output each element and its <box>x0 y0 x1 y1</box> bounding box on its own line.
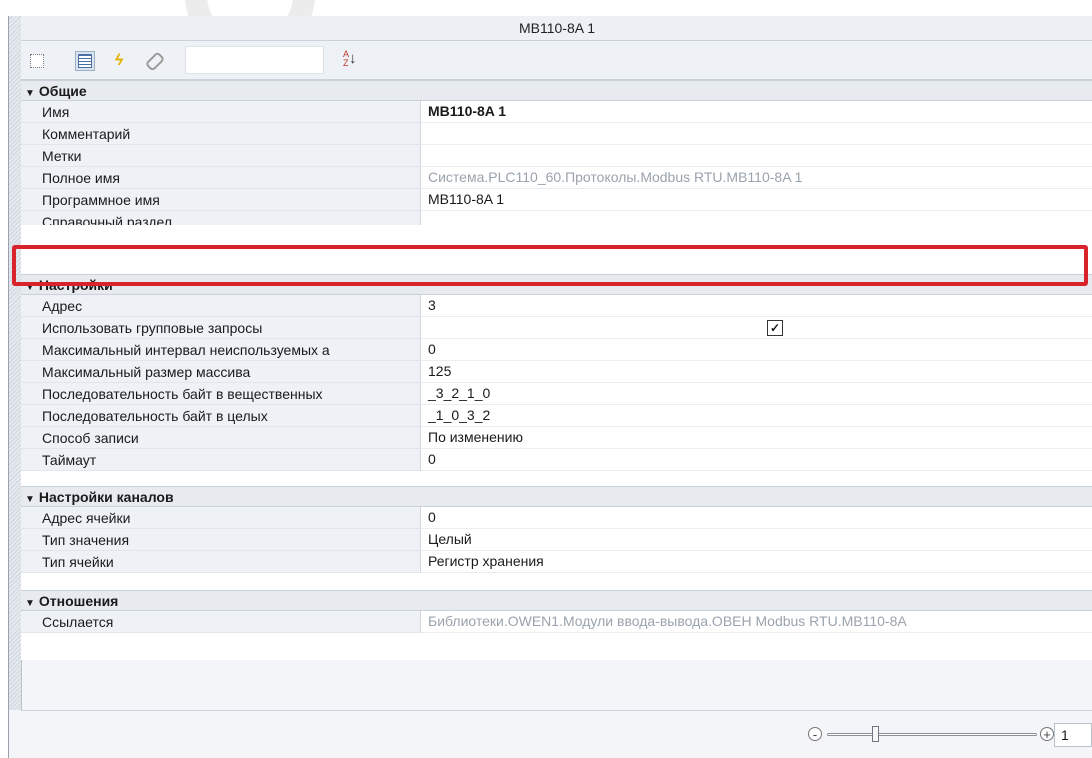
link-button[interactable] <box>144 50 166 72</box>
alphabetical-list-icon <box>78 54 92 68</box>
category-channel-settings[interactable]: ▼ Настройки каналов <box>21 486 1092 507</box>
property-value: Система.PLC110_60.Протоколы.Modbus RTU.M… <box>421 167 1092 189</box>
collapse-triangle-icon: ▼ <box>25 88 35 99</box>
category-label: Настройки каналов <box>38 489 174 505</box>
categorized-view-button[interactable] <box>27 51 47 71</box>
property-row-max-unused-interval[interactable]: Максимальный интервал неиспользуемых а0 <box>21 339 1092 361</box>
categorized-view-icon <box>30 54 44 68</box>
zoom-slider-thumb[interactable] <box>872 726 879 742</box>
property-row-max-array-size[interactable]: Максимальный размер массива 125 <box>21 361 1092 383</box>
zoom-control: - + 1 <box>808 723 1092 747</box>
property-value[interactable] <box>421 211 1092 225</box>
property-row-program-name[interactable]: Программное имя MB110-8A 1 <box>21 189 1092 211</box>
lightning-icon: ϟ <box>114 52 124 69</box>
events-button[interactable]: ϟ <box>109 51 129 71</box>
property-row-timeout[interactable]: Таймаут 0 <box>21 449 1092 471</box>
property-name: Последовательность байт в целых <box>21 405 421 427</box>
properties-window: MB110-8A 1 ϟ A Z↓ ▼ Общие Имя MB110-8A 1 Ко… <box>8 16 1092 758</box>
zoom-slider-track[interactable] <box>827 733 1037 736</box>
sort-alphabetical-button[interactable]: A Z↓ <box>343 50 357 68</box>
property-name: Адрес ячейки <box>21 507 421 529</box>
property-value[interactable]: 3 <box>421 295 1092 317</box>
property-row-address[interactable]: Адрес 3 <box>21 295 1092 317</box>
category-relations[interactable]: ▼ Отношения <box>21 590 1092 611</box>
property-row-help-section[interactable]: Справочный раздел <box>21 211 1092 225</box>
zoom-in-button[interactable]: + <box>1040 727 1054 741</box>
search-input[interactable] <box>185 46 324 74</box>
sort-arrow-icon: ↓ <box>349 50 357 67</box>
collapse-triangle-icon: ▼ <box>25 494 35 505</box>
zoom-out-button[interactable]: - <box>808 727 822 741</box>
property-name: Комментарий <box>21 123 421 145</box>
property-name: Имя <box>21 101 421 123</box>
property-row-group-requests[interactable]: Использовать групповые запросы ✓ <box>21 317 1092 339</box>
property-name: Полное имя <box>21 167 421 189</box>
bottom-separator <box>21 710 1092 711</box>
property-name: Максимальный интервал неиспользуемых а <box>21 339 421 361</box>
property-value[interactable]: MB110-8A 1 <box>421 189 1092 211</box>
category-label: Общие <box>38 83 87 99</box>
zoom-level-input[interactable]: 1 <box>1054 723 1092 747</box>
property-value[interactable]: Целый <box>421 529 1092 551</box>
property-value: ✓ <box>421 317 1092 339</box>
alphabetical-list-button[interactable] <box>75 51 95 71</box>
property-value[interactable] <box>421 145 1092 167</box>
property-row-write-mode[interactable]: Способ записи По изменению <box>21 427 1092 449</box>
property-row-references[interactable]: Ссылается Библиотеки.OWEN1.Модули ввода-в… <box>21 611 1092 633</box>
property-name: Справочный раздел <box>21 211 421 225</box>
property-value[interactable]: _3_2_1_0 <box>421 383 1092 405</box>
category-general[interactable]: ▼ Общие <box>21 80 1092 101</box>
property-name: Метки <box>21 145 421 167</box>
property-row-byte-order-real[interactable]: Последовательность байт в вещественных _3… <box>21 383 1092 405</box>
window-title: MB110-8A 1 <box>21 16 1092 41</box>
property-value[interactable]: 0 <box>421 449 1092 471</box>
property-row-cell-address[interactable]: Адрес ячейки 0 <box>21 507 1092 529</box>
property-name: Максимальный размер массива <box>21 361 421 383</box>
property-row-tags[interactable]: Метки <box>21 145 1092 167</box>
category-label: Отношения <box>38 593 119 609</box>
property-grid: ▼ Общие Имя MB110-8A 1 Комментарий Метки П… <box>21 80 1092 660</box>
property-name: Последовательность байт в вещественных <box>21 383 421 405</box>
toolbar: ϟ A Z↓ <box>21 41 1092 80</box>
property-row-comment[interactable]: Комментарий <box>21 123 1092 145</box>
property-name: Тип значения <box>21 529 421 551</box>
property-row-name[interactable]: Имя MB110-8A 1 <box>21 101 1092 123</box>
property-row-byte-order-int[interactable]: Последовательность байт в целых _1_0_3_2 <box>21 405 1092 427</box>
property-name: Ссылается <box>21 611 421 633</box>
property-row-full-name[interactable]: Полное имя Система.PLC110_60.Протоколы.Mo… <box>21 167 1092 189</box>
property-name: Способ записи <box>21 427 421 449</box>
property-row-value-type[interactable]: Тип значения Целый <box>21 529 1092 551</box>
property-value[interactable]: MB110-8A 1 <box>421 101 1092 123</box>
property-name: Таймаут <box>21 449 421 471</box>
property-value[interactable]: 0 <box>421 339 1092 361</box>
property-row-cell-type[interactable]: Тип ячейки Регистр хранения <box>21 551 1092 573</box>
link-icon <box>144 50 166 72</box>
property-value: Библиотеки.OWEN1.Модули ввода-вывода.ОВЕ… <box>421 611 1092 633</box>
property-value[interactable]: _1_0_3_2 <box>421 405 1092 427</box>
property-value[interactable]: 0 <box>421 507 1092 529</box>
property-name: Программное имя <box>21 189 421 211</box>
property-name: Использовать групповые запросы <box>21 317 421 339</box>
property-value[interactable]: 125 <box>421 361 1092 383</box>
property-value[interactable]: Регистр хранения <box>421 551 1092 573</box>
property-value[interactable] <box>421 123 1092 145</box>
property-name: Адрес <box>21 295 421 317</box>
highlight-annotation <box>12 245 1088 286</box>
group-requests-checkbox[interactable]: ✓ <box>767 320 783 336</box>
property-name: Тип ячейки <box>21 551 421 573</box>
property-value[interactable]: По изменению <box>421 427 1092 449</box>
collapse-triangle-icon: ▼ <box>25 598 35 609</box>
